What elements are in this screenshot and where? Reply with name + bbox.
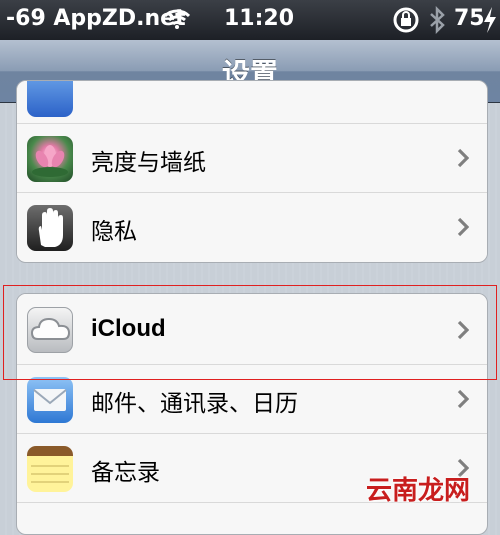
chevron-right-icon <box>457 148 469 168</box>
settings-row-label: 邮件、通讯录、日历 <box>91 391 298 417</box>
carrier-label: -69 AppZD.net <box>6 6 186 31</box>
settings-row-label: 隐私 <box>91 219 137 245</box>
settings-group-display: 亮度与墙纸 隐私 <box>16 80 488 263</box>
settings-row-label: 备忘录 <box>91 460 160 486</box>
battery-percent: 75 <box>454 6 485 31</box>
settings-row-privacy[interactable]: 隐私 <box>17 193 487 261</box>
charging-bolt-icon <box>484 7 496 33</box>
wallpaper-lotus-icon <box>27 136 73 182</box>
privacy-hand-icon <box>27 205 73 251</box>
bluetooth-icon <box>430 6 445 34</box>
highlight-box <box>3 285 497 380</box>
chevron-right-icon <box>457 389 469 409</box>
rotation-lock-icon <box>393 7 419 33</box>
settings-row-label: 亮度与墙纸 <box>91 150 206 176</box>
status-bar: -69 AppZD.net 11:20 75 <box>0 0 500 40</box>
mail-icon <box>27 377 73 423</box>
notes-icon <box>27 446 73 492</box>
chevron-right-icon <box>457 217 469 237</box>
wifi-icon <box>164 9 190 29</box>
status-time: 11:20 <box>224 6 295 31</box>
watermark-text: 云南龙网 <box>366 476 471 506</box>
settings-row-partial[interactable] <box>17 81 487 124</box>
partial-blue-icon <box>27 81 73 117</box>
settings-row-brightness-wallpaper[interactable]: 亮度与墙纸 <box>17 124 487 193</box>
